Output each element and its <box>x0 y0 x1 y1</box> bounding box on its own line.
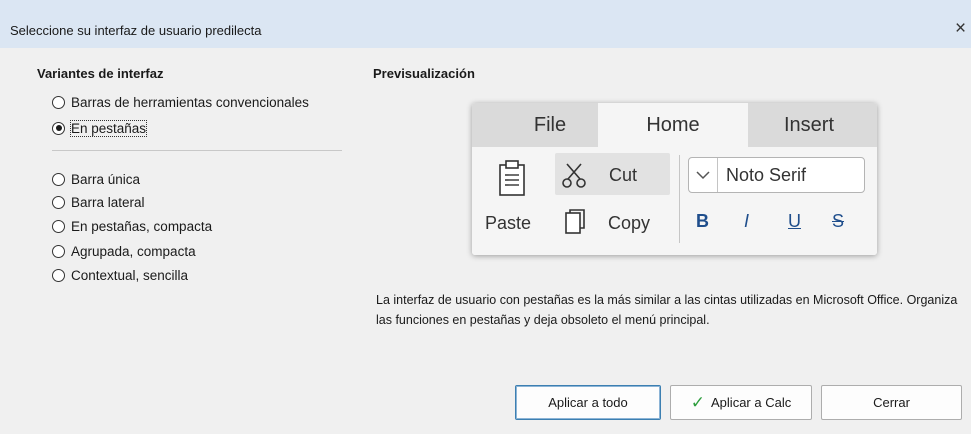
preview-copy-label: Copy <box>608 213 651 233</box>
scissors-icon <box>562 163 586 188</box>
radio-label: Barras de herramientas convencionales <box>71 94 309 110</box>
preview-bold: B <box>696 211 709 231</box>
radio-groupedbar-compact[interactable]: Agrupada, compacta <box>52 242 196 260</box>
close-button[interactable]: Cerrar <box>821 385 962 420</box>
preview-tab-home: Home <box>598 103 748 147</box>
preview-underline: U <box>788 211 801 231</box>
close-label: Cerrar <box>873 395 910 410</box>
radio-label: En pestañas <box>69 119 148 137</box>
preview-tab-file: File <box>533 114 567 136</box>
title-bar: Seleccione su interfaz de usuario predil… <box>0 0 971 48</box>
preview-strikethrough: S <box>832 211 845 231</box>
radio-button[interactable] <box>52 268 65 282</box>
description-text: La interfaz de usuario con pestañas es l… <box>376 293 958 327</box>
separator <box>52 150 342 151</box>
apply-calc-label: Aplicar a Calc <box>711 395 792 410</box>
radio-standard-toolbar[interactable]: Barras de herramientas convencionales <box>52 93 309 111</box>
radio-tabbed[interactable]: En pestañas <box>52 119 148 137</box>
paste-icon <box>499 160 525 196</box>
preview-separator <box>679 155 680 243</box>
apply-all-label: Aplicar a todo <box>548 395 628 410</box>
radio-button[interactable] <box>52 244 65 258</box>
preview-tab-insert: Insert <box>783 114 835 136</box>
radio-single-toolbar[interactable]: Barra única <box>52 170 140 188</box>
radio-button[interactable] <box>52 95 65 109</box>
radio-button[interactable] <box>52 195 65 209</box>
radio-button[interactable] <box>52 219 65 233</box>
close-icon[interactable]: × <box>950 18 971 40</box>
radio-label: Barra única <box>71 171 141 187</box>
apply-calc-button[interactable]: ✓ Aplicar a Calc <box>670 385 812 420</box>
preview-font-name: Noto Serif <box>726 165 807 185</box>
radio-sidebar[interactable]: Barra lateral <box>52 193 145 211</box>
preview-italic: I <box>744 211 750 231</box>
chevron-down-icon <box>696 171 710 180</box>
radio-label: Contextual, sencilla <box>71 267 189 283</box>
copy-icon <box>565 209 585 234</box>
preview-font-dropdown <box>689 158 718 192</box>
window-title: Seleccione su interfaz de usuario predil… <box>10 23 262 38</box>
preview-image: File Home Insert Paste Cut Copy Noto Ser… <box>472 103 877 255</box>
radio-label: En pestañas, compacta <box>71 218 213 234</box>
radio-contextual-single[interactable]: Contextual, sencilla <box>52 266 188 284</box>
apply-all-button[interactable]: Aplicar a todo <box>515 385 661 420</box>
preview-heading: Previsualización <box>373 66 475 81</box>
preview-font-box: Noto Serif <box>688 157 865 193</box>
variants-heading: Variantes de interfaz <box>37 66 164 81</box>
preview-cut-label: Cut <box>609 165 638 185</box>
radio-button[interactable] <box>52 121 65 135</box>
preview-paste-label: Paste <box>485 213 532 233</box>
radio-label: Barra lateral <box>71 194 145 210</box>
radio-label: Agrupada, compacta <box>71 243 196 259</box>
checkmark-icon: ✓ <box>690 392 706 412</box>
radio-button[interactable] <box>52 172 65 186</box>
radio-tabbed-compact[interactable]: En pestañas, compacta <box>52 217 212 235</box>
